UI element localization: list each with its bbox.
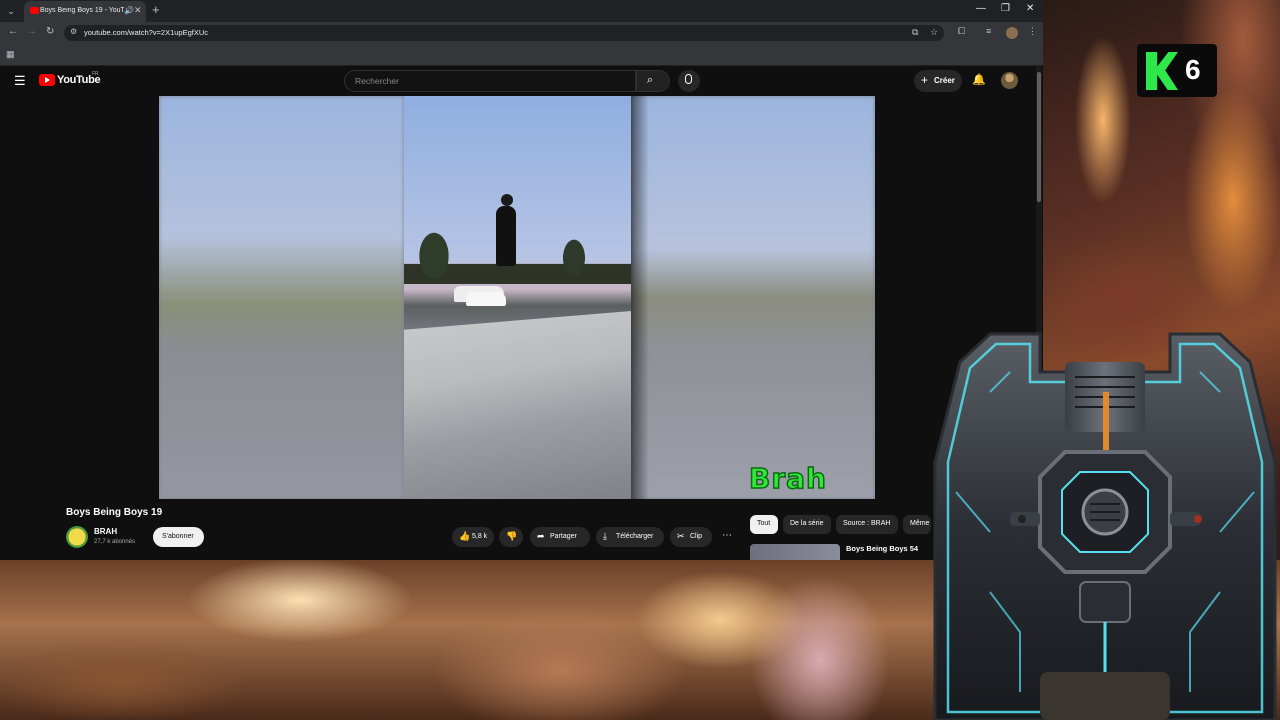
channel-logo-badge: 6: [1137, 44, 1217, 97]
create-button[interactable]: + Créer: [914, 70, 962, 92]
profile-avatar[interactable]: [1006, 27, 1018, 39]
scissors-icon: ✂: [677, 531, 685, 541]
clip-label: Clip: [690, 533, 703, 540]
video-title: Boys Being Boys 19: [66, 507, 163, 518]
blurred-video-left: [159, 96, 404, 499]
browser-toolbar: ← → ↻ ⚙ youtube.com/watch?v=2X1upEgfXUc …: [0, 22, 1043, 44]
browser-tab[interactable]: Boys Being Boys 19 - YouTube 🔊 ✕: [24, 1, 146, 22]
chip-label: Source : BRAH: [843, 520, 891, 527]
url-text: youtube.com/watch?v=2X1upEgfXUc: [84, 28, 209, 37]
scooter-rider: [496, 194, 516, 266]
notifications-bell-icon[interactable]: 🔔: [972, 73, 986, 86]
download-icon: ⤓: [603, 531, 607, 541]
video-player[interactable]: Brah: [159, 96, 875, 499]
more-actions-icon[interactable]: ⋯: [718, 527, 736, 547]
browser-menu-icon[interactable]: ⋮: [1028, 26, 1037, 37]
speaker-icon[interactable]: 🔊: [124, 6, 134, 15]
minimize-icon[interactable]: —: [976, 3, 986, 14]
like-count: 5,8 k: [472, 533, 488, 540]
subscribe-button[interactable]: S'abonner: [153, 527, 204, 547]
tab-search-icon[interactable]: ⌄: [4, 4, 18, 18]
clip-shadow: [631, 96, 649, 499]
recommendation-title[interactable]: Boys Being Boys 54: [846, 544, 918, 553]
plus-icon: +: [921, 73, 929, 87]
chip-label: De la série: [790, 520, 824, 527]
search-icon: ⌕: [647, 74, 654, 86]
reload-icon[interactable]: ↻: [46, 26, 54, 37]
chip-all[interactable]: Tout: [750, 515, 778, 534]
search-button[interactable]: ⌕: [636, 70, 670, 92]
k-logo-icon: [1146, 52, 1178, 90]
clip-button[interactable]: ✂ Clip: [670, 527, 712, 547]
account-avatar[interactable]: [1001, 72, 1018, 89]
search-placeholder: Rechercher: [355, 76, 399, 86]
skate-ramp: [404, 311, 631, 499]
video-watermark: Brah: [748, 461, 827, 496]
chip-series[interactable]: De la série: [783, 515, 831, 534]
voice-search-button[interactable]: [678, 70, 700, 92]
microphone-icon: [685, 74, 692, 84]
dislike-button[interactable]: 👎: [499, 527, 523, 547]
back-icon[interactable]: ←: [8, 26, 18, 37]
apps-grid-icon[interactable]: ▦: [6, 49, 15, 60]
youtube-favicon-icon: [30, 7, 39, 14]
browser-window: ⌄ Boys Being Boys 19 - YouTube 🔊 ✕ + — ❐…: [0, 0, 1043, 560]
subscribe-label: S'abonner: [162, 533, 194, 540]
scrollbar-thumb[interactable]: [1037, 72, 1041, 202]
video-frame: [404, 96, 631, 499]
tab-bar: ⌄ Boys Being Boys 19 - YouTube 🔊 ✕ + — ❐…: [0, 0, 1043, 22]
close-window-icon[interactable]: ✕: [1026, 3, 1034, 14]
create-label: Créer: [934, 76, 955, 85]
chip-same[interactable]: Même: [903, 515, 931, 534]
search-input[interactable]: Rechercher: [344, 70, 636, 92]
new-tab-icon[interactable]: +: [152, 2, 160, 17]
close-tab-icon[interactable]: ✕: [134, 5, 142, 16]
country-code: FR: [92, 71, 99, 77]
restore-icon[interactable]: ❐: [1001, 3, 1010, 14]
recommendation-thumbnail[interactable]: [750, 544, 840, 560]
tab-title: Boys Being Boys 19 - YouTube: [40, 7, 124, 14]
cast-icon[interactable]: ⧉: [912, 27, 918, 38]
blurred-video-right: [631, 96, 875, 499]
trees-silhouette: [404, 216, 631, 284]
download-label: Télécharger: [616, 533, 654, 540]
extensions-icon[interactable]: ⧠: [958, 26, 965, 37]
share-icon: ➦: [537, 531, 545, 541]
chip-label: Même: [910, 520, 930, 527]
menu-icon[interactable]: ☰: [14, 73, 26, 89]
chip-label: Tout: [757, 520, 771, 527]
badge-number: 6: [1185, 54, 1201, 85]
screen: { "browser": { "tab_title": "Boys Being …: [0, 0, 1280, 720]
subscriber-count: 27,7 k abonnés: [94, 539, 136, 545]
youtube-page: ☰ YouTube FR Rechercher ⌕ + Créer 🔔 Brah…: [0, 66, 1043, 560]
media-icon[interactable]: ≡: [986, 26, 991, 36]
bookmarks-bar: ▦: [0, 44, 1043, 66]
thumbs-down-icon: 👎: [506, 531, 518, 541]
thumbs-up-icon: 👍: [459, 531, 471, 541]
sci-fi-robot-frame: [933, 332, 1277, 720]
youtube-header: ☰ YouTube FR Rechercher ⌕ + Créer 🔔: [0, 66, 1043, 96]
youtube-logo-icon[interactable]: [39, 74, 55, 86]
channel-avatar[interactable]: [66, 526, 88, 548]
site-info-icon[interactable]: ⚙: [70, 27, 77, 36]
address-bar[interactable]: ⚙ youtube.com/watch?v=2X1upEgfXUc ⧉ ☆: [64, 25, 944, 41]
share-button[interactable]: ➦ Partager: [530, 527, 590, 547]
share-label: Partager: [550, 533, 577, 540]
like-button[interactable]: 👍 5,8 k: [452, 527, 494, 547]
channel-name[interactable]: BRAH: [94, 527, 117, 536]
parked-car: [466, 292, 506, 306]
download-button[interactable]: ⤓ Télécharger: [596, 527, 664, 547]
bookmark-star-icon[interactable]: ☆: [930, 27, 938, 38]
chip-source[interactable]: Source : BRAH: [836, 515, 898, 534]
forward-icon[interactable]: →: [27, 26, 37, 37]
